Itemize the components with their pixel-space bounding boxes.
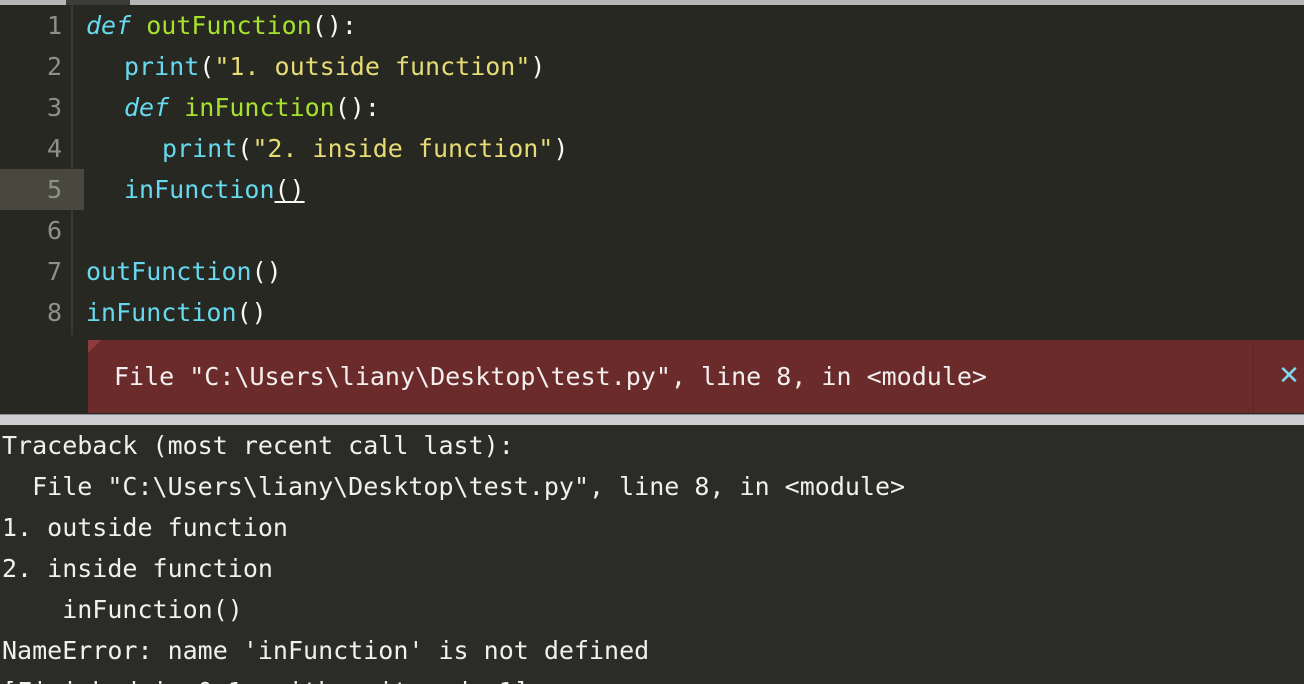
line-number: 5 xyxy=(46,175,62,204)
code-line[interactable]: 6 xyxy=(0,210,1304,251)
code-token: "1. outside function" xyxy=(214,52,531,81)
line-number: 7 xyxy=(46,257,62,286)
inline-error-message: File "C:\Users\liany\Desktop\test.py", l… xyxy=(114,362,987,391)
tooltip-notch-icon xyxy=(88,340,101,353)
code-token: ( xyxy=(237,134,253,163)
code-token: inFunction xyxy=(86,298,237,327)
line-number: 2 xyxy=(46,52,62,81)
line-number: 1 xyxy=(46,11,62,40)
code-line[interactable]: 3 def inFunction(): xyxy=(0,87,1304,128)
code-line[interactable]: 2 print("1. outside function") xyxy=(0,46,1304,87)
code-line-text: print("2. inside function") xyxy=(162,128,568,169)
code-token: (): xyxy=(334,93,380,122)
console-line: File "C:\Users\liany\Desktop\test.py", l… xyxy=(2,472,906,501)
code-line[interactable]: 5 inFunction() xyxy=(0,169,1304,210)
code-line[interactable]: 8 inFunction() xyxy=(0,292,1304,333)
tooltip-divider xyxy=(1253,340,1254,413)
line-number: 3 xyxy=(46,93,62,122)
line-number: 6 xyxy=(46,216,62,245)
code-token: outFunction xyxy=(146,11,312,40)
code-token: print xyxy=(162,134,238,163)
console-line: [Finished in 0.1s with exit code 1] xyxy=(2,671,529,684)
line-number: 4 xyxy=(46,134,62,163)
code-token: ) xyxy=(553,134,569,163)
code-token: def xyxy=(86,11,132,40)
console-line: 1. outside function xyxy=(2,513,288,542)
editor-window: 1 def outFunction(): 2 print("1. outside fu… xyxy=(0,0,1304,684)
code-line-text: outFunction() xyxy=(86,251,282,292)
code-token: "2. inside function" xyxy=(252,134,554,163)
code-token: () xyxy=(251,257,282,286)
code-line-text: def inFunction(): xyxy=(124,87,380,128)
code-token: (): xyxy=(311,11,357,40)
code-token: outFunction xyxy=(86,257,252,286)
code-line[interactable]: 7 outFunction() xyxy=(0,251,1304,292)
line-number: 8 xyxy=(46,298,62,327)
code-editor[interactable]: 1 def outFunction(): 2 print("1. outside fu… xyxy=(0,5,1304,335)
code-token: inFunction xyxy=(124,175,275,204)
close-icon[interactable]: ✕ xyxy=(1275,362,1303,390)
code-token: inFunction xyxy=(184,93,335,122)
code-token: () xyxy=(274,175,305,204)
code-token: print xyxy=(124,52,200,81)
inline-error-tooltip[interactable]: File "C:\Users\liany\Desktop\test.py", l… xyxy=(88,340,1304,413)
output-console[interactable]: Traceback (most recent call last): File … xyxy=(0,425,1304,684)
code-token: ) xyxy=(530,52,546,81)
console-line: 2. inside function xyxy=(2,554,273,583)
code-line-text: print("1. outside function") xyxy=(124,46,545,87)
code-line[interactable]: 4 print("2. inside function") xyxy=(0,128,1304,169)
code-token: () xyxy=(236,298,267,327)
code-token: def xyxy=(124,93,170,122)
console-line: Traceback (most recent call last): xyxy=(2,431,514,460)
code-line[interactable]: 1 def outFunction(): xyxy=(0,5,1304,46)
code-line-text: inFunction() xyxy=(124,169,305,210)
code-line-text: def outFunction(): xyxy=(86,5,357,46)
code-line-text: inFunction() xyxy=(86,292,267,333)
console-line: inFunction() xyxy=(2,595,243,624)
console-line: NameError: name 'inFunction' is not defi… xyxy=(2,636,650,665)
code-token: ( xyxy=(199,52,215,81)
